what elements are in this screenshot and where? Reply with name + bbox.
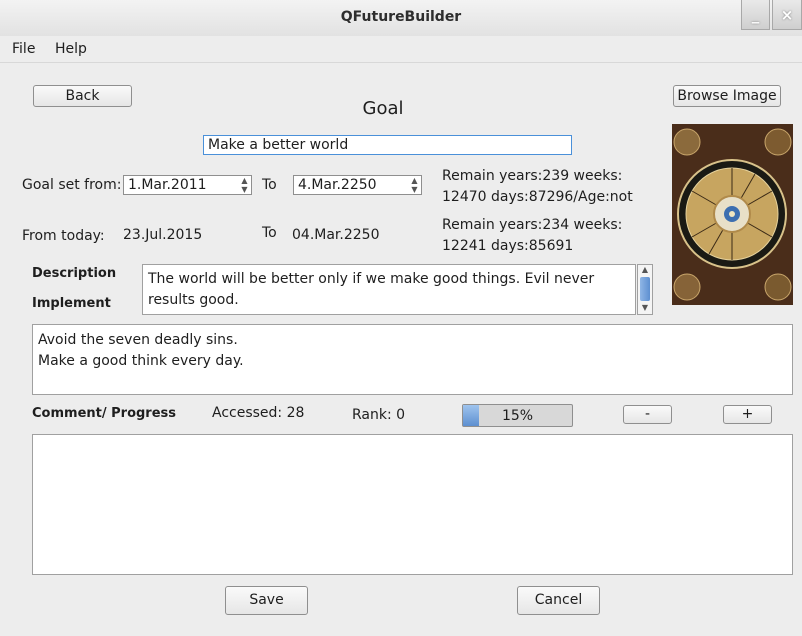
goal-end-date-input[interactable]: 4.Mar.2250 — [293, 175, 422, 195]
implement-text: Avoid the seven deadly sins. Make a good… — [38, 332, 244, 369]
goal-name-input[interactable]: Make a better world — [203, 135, 572, 155]
browse-image-button[interactable]: Browse Image — [673, 85, 781, 107]
comment-text — [33, 435, 792, 443]
menu-file[interactable]: File — [12, 41, 35, 57]
description-label: Description — [32, 266, 117, 281]
scroll-up-icon[interactable]: ▲ — [638, 265, 652, 275]
goal-start-date-input[interactable]: 1.Mar.2011 — [123, 175, 252, 195]
goal-end-date-stepper[interactable]: ▲ ▼ — [408, 176, 421, 194]
stepper-down-icon[interactable]: ▼ — [238, 185, 251, 194]
scroll-down-icon[interactable]: ▼ — [638, 303, 652, 313]
goal-image — [672, 124, 793, 305]
today-remain-text: Remain years:234 weeks: 12241 days:85691 — [442, 215, 622, 257]
goal-to-label: To — [262, 177, 277, 193]
stepper-up-icon[interactable]: ▲ — [238, 176, 251, 185]
scrollbar-thumb[interactable] — [640, 277, 650, 301]
progress-bar: 15% — [462, 404, 573, 427]
progress-text: 15% — [501, 408, 534, 424]
stepper-down-icon[interactable]: ▼ — [408, 185, 421, 194]
today-remain-line-2: 12241 days:85691 — [442, 238, 574, 254]
accessed-count: Accessed: 28 — [212, 405, 305, 421]
stepper-up-icon[interactable]: ▲ — [408, 176, 421, 185]
rank-value: Rank: 0 — [352, 407, 406, 423]
goal-set-from-label: Goal set from: — [22, 177, 122, 193]
goal-remain-text: Remain years:239 weeks: 12470 days:87296… — [442, 166, 633, 208]
today-to-label: To — [262, 225, 277, 241]
today-remain-line-1: Remain years:234 weeks: — [442, 217, 623, 233]
decrease-progress-button[interactable]: - — [623, 405, 672, 424]
window-title: QFutureBuilder — [340, 9, 462, 25]
back-button[interactable]: Back — [33, 85, 132, 107]
save-button[interactable]: Save — [225, 586, 308, 615]
comment-progress-label: Comment/ Progress — [32, 406, 177, 421]
implement-textarea[interactable]: Avoid the seven deadly sins. Make a good… — [32, 324, 793, 395]
implement-label: Implement — [32, 296, 111, 311]
goal-image-picture — [672, 124, 793, 305]
from-today-label: From today: — [22, 228, 105, 244]
today-end-date: 04.Mar.2250 — [292, 227, 380, 243]
menu-bar — [0, 36, 802, 63]
goal-start-date-stepper[interactable]: ▲ ▼ — [238, 176, 251, 194]
increase-progress-button[interactable]: + — [723, 405, 772, 424]
cancel-button[interactable]: Cancel — [517, 586, 600, 615]
today-start-date: 23.Jul.2015 — [123, 227, 203, 243]
goal-remain-line-1: Remain years:239 weeks: — [442, 168, 623, 184]
menu-help[interactable]: Help — [55, 41, 87, 57]
page-title: Goal — [362, 98, 404, 119]
comment-textarea[interactable] — [32, 434, 793, 575]
minimize-button[interactable]: _ — [741, 0, 770, 30]
description-textarea[interactable]: The world will be better only if we make… — [142, 264, 636, 315]
close-button[interactable]: × — [772, 0, 802, 30]
description-text: The world will be better only if we make… — [148, 271, 595, 308]
goal-remain-line-2: 12470 days:87296/Age:not — [442, 189, 633, 205]
description-scrollbar[interactable]: ▲ ▼ — [637, 264, 653, 315]
